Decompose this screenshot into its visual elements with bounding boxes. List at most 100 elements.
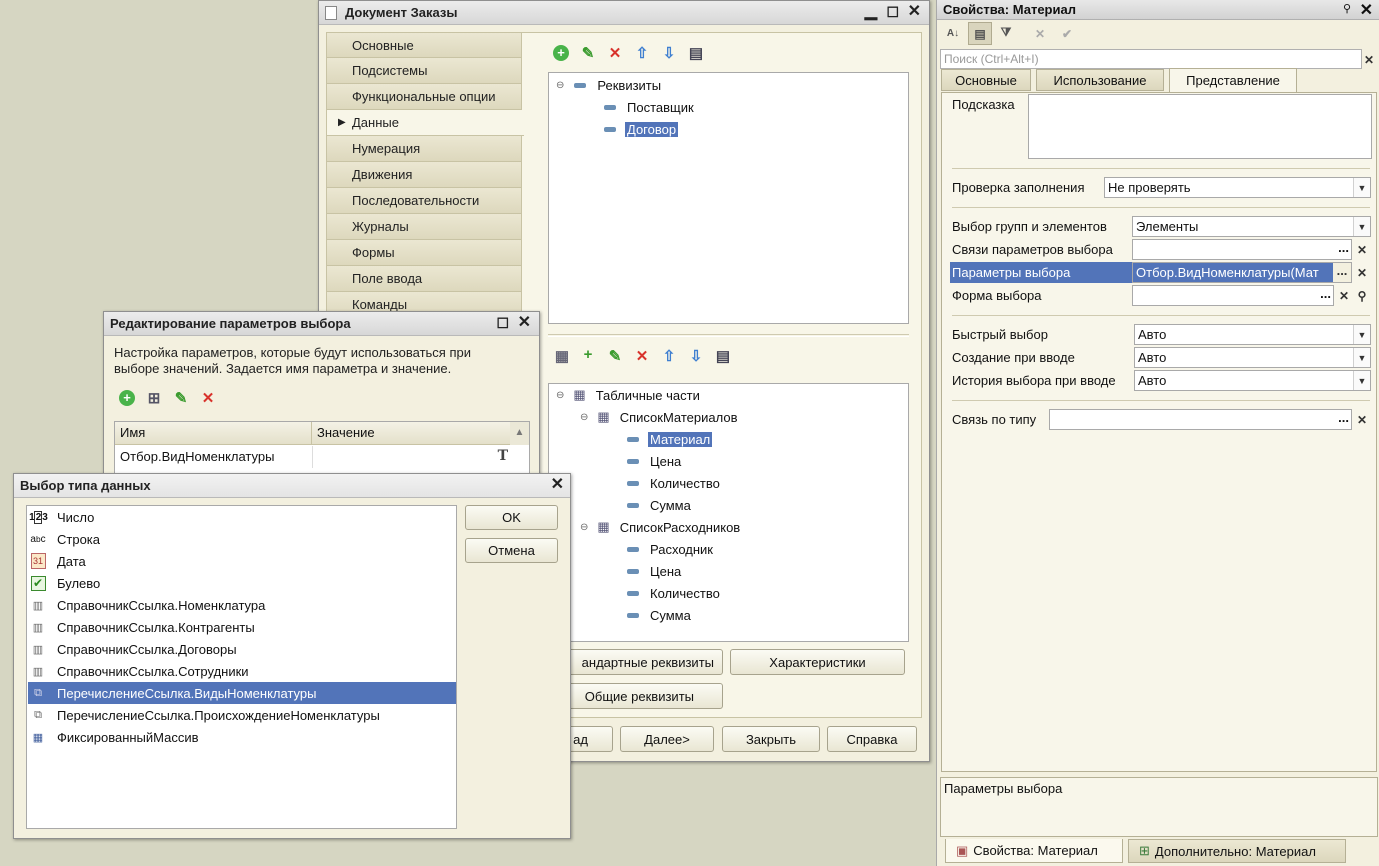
- hint-textarea[interactable]: [1028, 94, 1372, 159]
- tree-row-postavshchik[interactable]: Поставщик: [604, 97, 694, 117]
- cancel-icon[interactable]: ✕: [1031, 24, 1049, 43]
- chevron-down-icon[interactable]: ▼: [1353, 325, 1370, 344]
- tree-row-tsena-2[interactable]: Цена: [627, 561, 681, 581]
- splitter[interactable]: [548, 334, 909, 337]
- fill-check-select[interactable]: Не проверять ▼: [1104, 177, 1371, 198]
- edit-icon[interactable]: ✎: [579, 44, 597, 62]
- list-item-string[interactable]: abc Строка: [28, 528, 456, 550]
- tree-row-kolichestvo[interactable]: Количество: [627, 473, 720, 493]
- add-attribute-icon[interactable]: +: [579, 345, 597, 363]
- collapse-icon[interactable]: ⊖: [580, 412, 588, 423]
- column-header-name[interactable]: Имя: [115, 422, 312, 445]
- ellipsis-icon[interactable]: ...: [1320, 286, 1331, 301]
- nav-item-zhurnaly[interactable]: Журналы: [326, 214, 522, 240]
- chevron-down-icon[interactable]: ▼: [1353, 348, 1370, 367]
- chevron-down-icon[interactable]: ▼: [1353, 217, 1370, 236]
- tree-row-raskhodnik[interactable]: Расходник: [627, 539, 713, 559]
- history-select[interactable]: Авто ▼: [1134, 370, 1371, 391]
- minimize-icon[interactable]: ▁: [865, 4, 877, 20]
- collapse-icon[interactable]: ⊖: [580, 522, 588, 533]
- tree-row-tablichnye-chasti[interactable]: ⊖ ▦ Табличные части: [556, 385, 700, 405]
- add-copy-icon[interactable]: ⊞: [145, 389, 163, 407]
- text-type-icon[interactable]: T: [498, 448, 508, 464]
- list-item-number[interactable]: 123 Число: [28, 506, 456, 528]
- nav-item-podsistemy[interactable]: Подсистемы: [326, 58, 522, 84]
- tree-row-tsena[interactable]: Цена: [627, 451, 681, 471]
- tree-row-spisok-raskhodnikov[interactable]: ⊖ ▦ СписокРасходников: [580, 517, 740, 537]
- standard-attributes-button[interactable]: андартные реквизиты: [548, 649, 723, 675]
- tab-osnovnye[interactable]: Основные: [941, 69, 1031, 91]
- characteristics-button[interactable]: Характеристики: [730, 649, 905, 675]
- scroll-up-icon[interactable]: ▲: [510, 422, 529, 445]
- tab-ispolzovanie[interactable]: Использование: [1036, 69, 1164, 91]
- nav-item-dannye[interactable]: ▶ Данные: [326, 110, 524, 136]
- tree-row-kolichestvo-2[interactable]: Количество: [627, 583, 720, 603]
- collapse-icon[interactable]: ⊖: [556, 390, 564, 401]
- tree-row-dogovor[interactable]: Договор: [604, 119, 679, 139]
- edit-icon[interactable]: ✎: [606, 347, 624, 365]
- form-field[interactable]: ...: [1132, 285, 1334, 306]
- bottom-tab-additional[interactable]: ⊞ Дополнительно: Материал: [1128, 839, 1346, 863]
- add-icon[interactable]: +: [552, 44, 570, 62]
- type-link-field[interactable]: ...: [1049, 409, 1352, 430]
- close-icon[interactable]: ✕: [908, 4, 921, 20]
- nav-item-osnovnye[interactable]: Основные: [326, 32, 522, 58]
- collapse-icon[interactable]: ⊖: [556, 80, 564, 91]
- delete-icon[interactable]: ✕: [199, 389, 217, 407]
- list-item-catalog-nomenklatura[interactable]: ▥ СправочникСсылка.Номенклатура: [28, 594, 456, 616]
- ellipsis-icon[interactable]: ...: [1338, 410, 1349, 425]
- nav-item-numeratsiya[interactable]: Нумерация: [326, 136, 522, 162]
- list-item-date[interactable]: 31 Дата: [28, 550, 456, 572]
- list-item-catalog-dogovory[interactable]: ▥ СправочникСсылка.Договоры: [28, 638, 456, 660]
- clear-icon[interactable]: ✕: [1353, 240, 1371, 259]
- close-icon[interactable]: ✕: [518, 315, 531, 331]
- close-icon[interactable]: ✕: [551, 477, 564, 493]
- clear-icon[interactable]: ✕: [1335, 286, 1353, 305]
- ok-button[interactable]: OK: [465, 505, 558, 530]
- apply-icon[interactable]: ✔: [1058, 24, 1076, 43]
- move-up-icon[interactable]: ⇧: [660, 347, 678, 365]
- tree-row-summa-2[interactable]: Сумма: [627, 605, 691, 625]
- close-icon[interactable]: ✕: [1360, 0, 1373, 20]
- chevron-down-icon[interactable]: ▼: [1353, 178, 1370, 197]
- tree-row-summa[interactable]: Сумма: [627, 495, 691, 515]
- tree-row-spisok-materialov[interactable]: ⊖ ▦ СписокМатериалов: [580, 407, 738, 427]
- params-field[interactable]: Отбор.ВидНоменклатуры(Мат ...: [1132, 262, 1352, 283]
- next-button[interactable]: Далее>: [620, 726, 714, 752]
- search-field[interactable]: Поиск (Ctrl+Alt+I): [940, 49, 1362, 69]
- add-icon[interactable]: +: [118, 389, 136, 407]
- delete-icon[interactable]: ✕: [606, 44, 624, 62]
- nav-item-funktsionalnye-optsii[interactable]: Функциональные опции: [326, 84, 522, 110]
- filter-icon[interactable]: ⧩: [997, 23, 1015, 42]
- sort-icon[interactable]: ▤: [714, 347, 732, 365]
- move-down-icon[interactable]: ⇩: [660, 44, 678, 62]
- list-item-enum-proiskhozhdenie[interactable]: ⧉ ПеречислениеСсылка.ПроисхождениеНоменк…: [28, 704, 456, 726]
- links-field[interactable]: ...: [1132, 239, 1352, 260]
- nav-item-formy[interactable]: Формы: [326, 240, 522, 266]
- add-tabular-part-icon[interactable]: ▦: [553, 347, 571, 365]
- chevron-down-icon[interactable]: ▼: [1353, 371, 1370, 390]
- clear-icon[interactable]: ✕: [1353, 263, 1371, 282]
- attributes-tree[interactable]: [548, 72, 909, 324]
- nav-item-pole-vvoda[interactable]: Поле ввода: [326, 266, 522, 292]
- list-item-fixed-array[interactable]: ▦ ФиксированныйМассив: [28, 726, 456, 748]
- table-row[interactable]: Отбор.ВидНоменклатуры T: [115, 446, 510, 468]
- move-up-icon[interactable]: ⇧: [633, 44, 651, 62]
- maximize-icon[interactable]: ☐: [496, 315, 509, 331]
- common-attributes-button[interactable]: Общие реквизиты: [548, 683, 723, 709]
- cancel-button[interactable]: Отмена: [465, 538, 558, 563]
- delete-icon[interactable]: ✕: [633, 347, 651, 365]
- ellipsis-icon[interactable]: ...: [1338, 240, 1349, 255]
- tree-row-rekvizity[interactable]: ⊖ Реквизиты: [556, 75, 661, 95]
- categories-icon[interactable]: ▤: [968, 22, 992, 45]
- nav-item-dvizheniya[interactable]: Движения: [326, 162, 522, 188]
- maximize-icon[interactable]: ☐: [886, 4, 899, 20]
- bottom-tab-properties[interactable]: ▣ Свойства: Материал: [945, 839, 1123, 863]
- param-value-cell[interactable]: [312, 446, 510, 468]
- move-down-icon[interactable]: ⇩: [687, 347, 705, 365]
- list-item-boolean[interactable]: ✔ Булево: [28, 572, 456, 594]
- sort-icon[interactable]: ▤: [687, 44, 705, 62]
- tree-row-material[interactable]: Материал: [627, 429, 713, 449]
- list-item-catalog-kontragenty[interactable]: ▥ СправочникСсылка.Контрагенты: [28, 616, 456, 638]
- list-item-catalog-sotrudniki[interactable]: ▥ СправочникСсылка.Сотрудники: [28, 660, 456, 682]
